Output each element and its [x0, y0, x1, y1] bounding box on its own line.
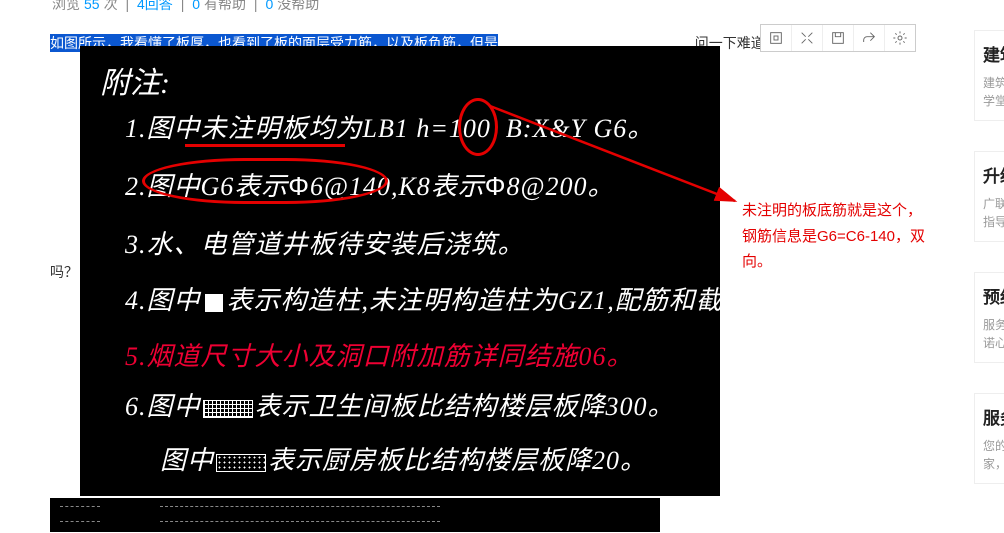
hatch-box-icon — [203, 400, 253, 418]
dislike-label: 没帮助 — [277, 0, 319, 12]
settings-icon[interactable] — [885, 25, 915, 51]
solid-box-icon — [205, 294, 223, 312]
side-desc: 您的 — [983, 437, 1000, 455]
side-desc: 家， — [983, 455, 1000, 473]
cad-l4b: 表示构造柱,未注明构造柱为GZ1,配筋和截面见详图。 — [227, 286, 720, 315]
cad-l6a: 6.图中 — [125, 392, 201, 421]
cad-l6b: 表示卫生间板比结构楼层板降300。 — [255, 392, 675, 421]
side-card-1[interactable]: 建筑 建筑 学堂 — [974, 30, 1004, 121]
like-label: 有帮助 — [204, 0, 246, 12]
post-meta: 浏览 55 次 | 4回答 | 0 有帮助 | 0 没帮助 — [50, 0, 960, 14]
main-content: 浏览55次 | 4回答 | 0有帮助 | 0没帮助 如图所示，我看懂了板厚，也看… — [0, 0, 960, 54]
save-icon[interactable] — [823, 25, 854, 51]
cad-notes-title: 附注: — [100, 58, 170, 102]
annotation-line3: 向。 — [742, 249, 982, 275]
side-desc: 指导 — [983, 213, 1000, 231]
question-mark: 吗？ — [50, 262, 78, 282]
share-icon[interactable] — [854, 25, 885, 51]
side-desc: 建筑 — [983, 74, 1000, 92]
cad-l4a: 4.图中 — [125, 286, 201, 315]
cad-line-5: 5.烟道尺寸大小及洞口附加筋详同结施06。 — [125, 336, 634, 373]
red-underline — [185, 144, 345, 147]
cad-line-4: 4.图中表示构造柱,未注明构造柱为GZ1,配筋和截面见详图。 — [125, 280, 720, 317]
cad-l2c: ,K8表示 — [391, 172, 485, 201]
side-desc: 学堂 — [983, 92, 1000, 110]
cad-image[interactable]: 附注: 1.图中未注明板均为LB1 h=100 B:X&Y G6。 2.图中G6… — [80, 46, 720, 496]
thumbnail-image[interactable] — [50, 498, 660, 532]
sidebar: 建筑 建筑 学堂 升级 广联 指导 预约 服务 诺心 服务 您的 家， — [973, 0, 1004, 533]
side-title: 建筑 — [983, 41, 1000, 66]
views-suffix: 次 — [104, 0, 118, 12]
cad-l7a: 图中 — [160, 446, 214, 475]
replies: 4回答 — [137, 0, 173, 12]
fullscreen-icon[interactable] — [792, 25, 823, 51]
onetoone-icon[interactable] — [761, 25, 792, 51]
like-count: 0 — [192, 0, 200, 12]
cad-line-1: 1.图中未注明板均为LB1 h=100 B:X&Y G6。 — [125, 108, 654, 145]
side-title: 预约 — [983, 283, 1000, 308]
side-desc: 广联 — [983, 195, 1000, 213]
red-circle-b — [458, 98, 498, 156]
red-annotation: 未注明的板底筋就是这个， 钢筋信息是G6=C6-140，双 向。 — [742, 198, 982, 275]
cad-l1b: B — [506, 114, 523, 143]
views-count: 55 — [84, 0, 100, 12]
cad-line-3: 3.水、电管道井板待安装后浇筑。 — [125, 224, 525, 261]
red-circle-g6 — [142, 158, 388, 204]
cad-l1c: :X&Y G6。 — [523, 114, 655, 143]
cad-l2d: 8@200。 — [507, 172, 615, 201]
cad-line-6: 6.图中 表示卫生间板比结构楼层板降300。 — [125, 386, 675, 423]
hatch-box-dots-icon — [216, 454, 266, 472]
annotation-line1: 未注明的板底筋就是这个， — [742, 198, 982, 224]
sep: | — [181, 0, 185, 12]
side-desc: 诺心 — [983, 334, 1000, 352]
sep: | — [254, 0, 258, 12]
image-toolbar — [760, 24, 916, 52]
cad-line-7: 图中 表示厨房板比结构楼层板降20。 — [160, 440, 647, 477]
side-title: 服务 — [983, 404, 1000, 429]
side-desc: 服务 — [983, 316, 1000, 334]
cad-l1a: 1.图中未注明板均为LB1 h=100 — [125, 114, 491, 143]
cad-l7b: 表示厨房板比结构楼层板降20。 — [268, 446, 647, 475]
dislike-count: 0 — [265, 0, 273, 12]
side-card-2[interactable]: 升级 广联 指导 — [974, 151, 1004, 242]
side-title: 升级 — [983, 162, 1000, 187]
annotation-line2: 钢筋信息是G6=C6-140，双 — [742, 224, 982, 250]
side-card-4[interactable]: 服务 您的 家， — [974, 393, 1004, 484]
sep: | — [125, 0, 129, 12]
side-card-3[interactable]: 预约 服务 诺心 — [974, 272, 1004, 363]
views-prefix: 浏览 — [52, 0, 80, 12]
